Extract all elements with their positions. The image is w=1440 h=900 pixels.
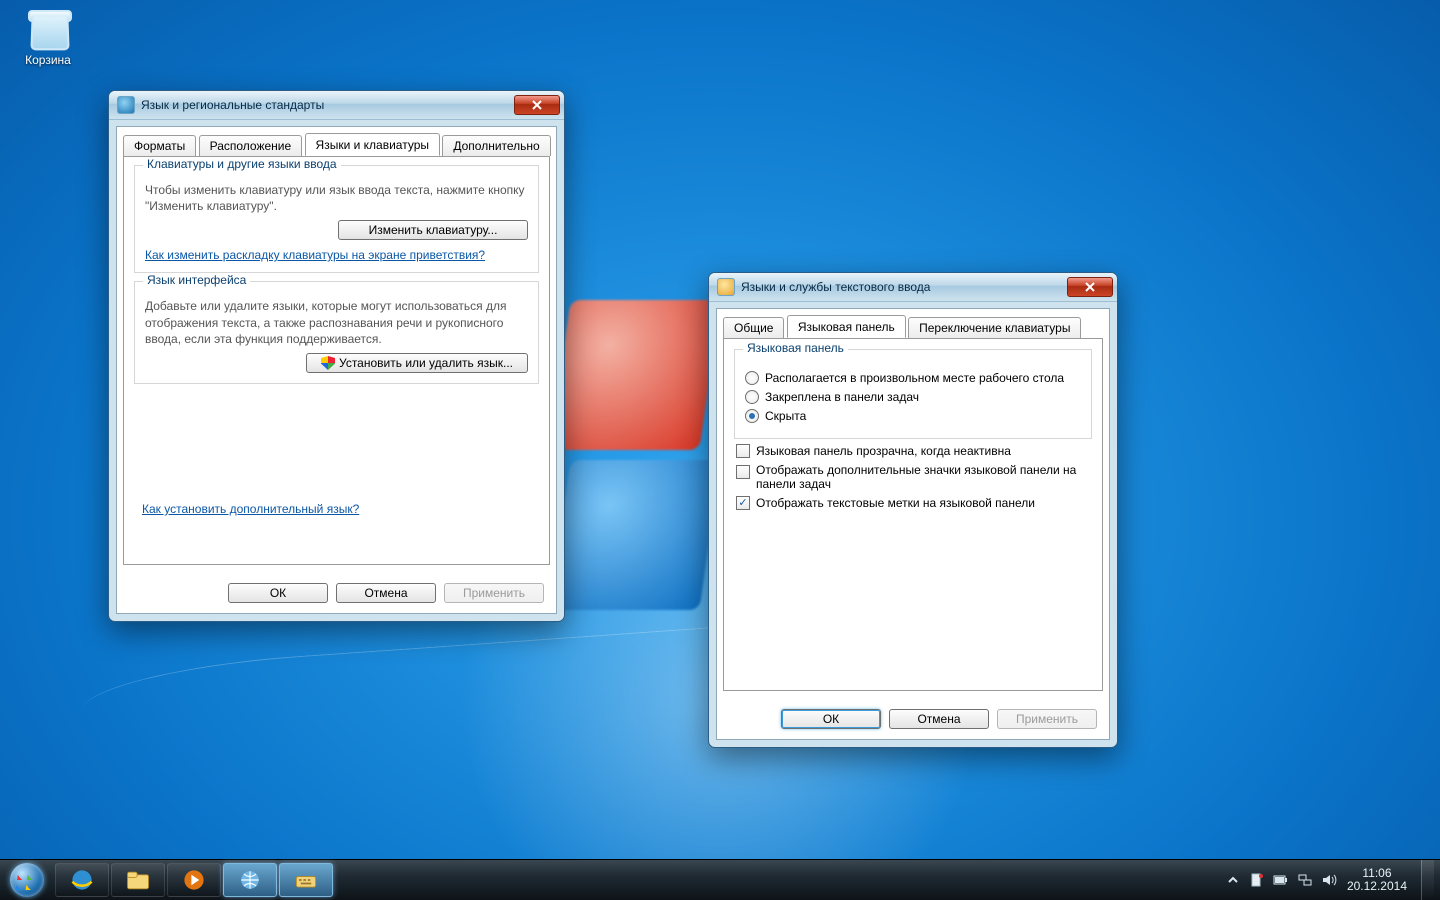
clock-date: 20.12.2014 (1347, 880, 1407, 893)
titlebar[interactable]: Языки и службы текстового ввода (709, 273, 1117, 302)
radio-icon (745, 371, 759, 385)
taskbar-pin-explorer[interactable] (111, 863, 165, 897)
checkbox-label: Языковая панель прозрачна, когда неактив… (756, 444, 1011, 458)
ok-button[interactable]: ОК (228, 583, 328, 603)
tabstrip: Форматы Расположение Языки и клавиатуры … (123, 133, 550, 157)
apply-button[interactable]: Применить (997, 709, 1097, 729)
window-region-language[interactable]: Язык и региональные стандарты Форматы Ра… (108, 90, 565, 622)
taskbar[interactable]: 11:06 20.12.2014 (0, 859, 1440, 900)
install-uninstall-languages-button[interactable]: Установить или удалить язык... (306, 353, 528, 373)
window-client: Общие Языковая панель Переключение клави… (716, 308, 1110, 740)
desktop[interactable]: Корзина Язык и региональные стандарты Фо… (0, 0, 1440, 860)
tab-page: Языковая панель Располагается в произвол… (723, 338, 1103, 691)
desktop-icon-recycle-bin[interactable]: Корзина (10, 6, 86, 67)
tab-general[interactable]: Общие (723, 317, 784, 338)
tray-network-icon[interactable] (1297, 872, 1313, 888)
tab-keyboards-languages[interactable]: Языки и клавиатуры (305, 133, 440, 156)
start-orb-icon (10, 863, 44, 897)
taskbar-pin-media-player[interactable] (167, 863, 221, 897)
tab-administrative[interactable]: Дополнительно (442, 135, 550, 156)
group-display-language: Язык интерфейса Добавьте или удалите язы… (134, 281, 539, 384)
taskbar-pin-ie[interactable] (55, 863, 109, 897)
close-button[interactable] (514, 95, 560, 115)
link-how-install-language[interactable]: Как установить дополнительный язык? (142, 502, 359, 516)
dialog-buttons: ОК Отмена Применить (781, 709, 1097, 729)
tab-page: Клавиатуры и другие языки ввода Чтобы из… (123, 156, 550, 565)
tray-clock[interactable]: 11:06 20.12.2014 (1345, 867, 1413, 893)
group-keyboards: Клавиатуры и другие языки ввода Чтобы из… (134, 165, 539, 273)
group-legend: Язык интерфейса (143, 273, 250, 287)
tab-location[interactable]: Расположение (199, 135, 303, 156)
hint-text: Чтобы изменить клавиатуру или язык ввода… (145, 182, 528, 214)
checkbox-icon (736, 465, 750, 479)
radio-label: Располагается в произвольном месте рабоч… (765, 371, 1064, 385)
tab-language-bar[interactable]: Языковая панель (787, 315, 906, 338)
globe-icon (117, 96, 135, 114)
checkbox-label: Отображать текстовые метки на языковой п… (756, 496, 1035, 510)
radio-icon (745, 390, 759, 404)
tray-show-hidden-icon[interactable] (1225, 872, 1241, 888)
window-client: Форматы Расположение Языки и клавиатуры … (116, 126, 557, 614)
recycle-bin-icon (25, 6, 71, 52)
check-text-labels[interactable]: ✓ Отображать текстовые метки на языковой… (736, 496, 1090, 510)
window-text-services[interactable]: Языки и службы текстового ввода Общие Яз… (708, 272, 1118, 748)
checkbox-label: Отображать дополнительные значки языково… (756, 463, 1086, 491)
keyboard-icon (717, 278, 735, 296)
taskbar-app-region-language[interactable] (223, 863, 277, 897)
cancel-button[interactable]: Отмена (336, 583, 436, 603)
dialog-buttons: ОК Отмена Применить (228, 583, 544, 603)
tab-advanced-keys[interactable]: Переключение клавиатуры (908, 317, 1081, 338)
close-button[interactable] (1067, 277, 1113, 297)
apply-button[interactable]: Применить (444, 583, 544, 603)
show-desktop-button[interactable] (1421, 860, 1434, 900)
window-title: Язык и региональные стандарты (141, 98, 508, 112)
link-welcome-screen-layout[interactable]: Как изменить раскладку клавиатуры на экр… (145, 248, 485, 262)
check-transparent-inactive[interactable]: Языковая панель прозрачна, когда неактив… (736, 444, 1090, 458)
radio-label: Скрыта (765, 409, 806, 423)
radio-docked[interactable]: Закреплена в панели задач (745, 390, 1081, 404)
taskbar-app-text-services[interactable] (279, 863, 333, 897)
shield-icon (321, 356, 335, 370)
ok-button[interactable]: ОК (781, 709, 881, 729)
radio-label: Закреплена в панели задач (765, 390, 919, 404)
window-title: Языки и службы текстового ввода (741, 280, 1061, 294)
group-language-bar: Языковая панель Располагается в произвол… (734, 349, 1092, 439)
radio-floating[interactable]: Располагается в произвольном месте рабоч… (745, 371, 1081, 385)
checkbox-icon (736, 444, 750, 458)
radio-icon (745, 409, 759, 423)
tabstrip: Общие Языковая панель Переключение клави… (723, 315, 1103, 339)
cancel-button[interactable]: Отмена (889, 709, 989, 729)
check-extra-icons-taskbar[interactable]: Отображать дополнительные значки языково… (736, 463, 1090, 491)
change-keyboards-button[interactable]: Изменить клавиатуру... (338, 220, 528, 240)
radio-hidden[interactable]: Скрыта (745, 409, 1081, 423)
tab-formats[interactable]: Форматы (123, 135, 196, 156)
group-legend: Языковая панель (743, 341, 848, 355)
system-tray[interactable]: 11:06 20.12.2014 (1215, 860, 1440, 900)
hint-text: Добавьте или удалите языки, которые могу… (145, 298, 528, 347)
tray-action-center-icon[interactable] (1249, 872, 1265, 888)
checkbox-icon: ✓ (736, 496, 750, 510)
desktop-icon-label: Корзина (10, 53, 86, 67)
start-button[interactable] (0, 860, 54, 900)
group-legend: Клавиатуры и другие языки ввода (143, 157, 341, 171)
titlebar[interactable]: Язык и региональные стандарты (109, 91, 564, 120)
tray-power-icon[interactable] (1273, 872, 1289, 888)
tray-volume-icon[interactable] (1321, 872, 1337, 888)
